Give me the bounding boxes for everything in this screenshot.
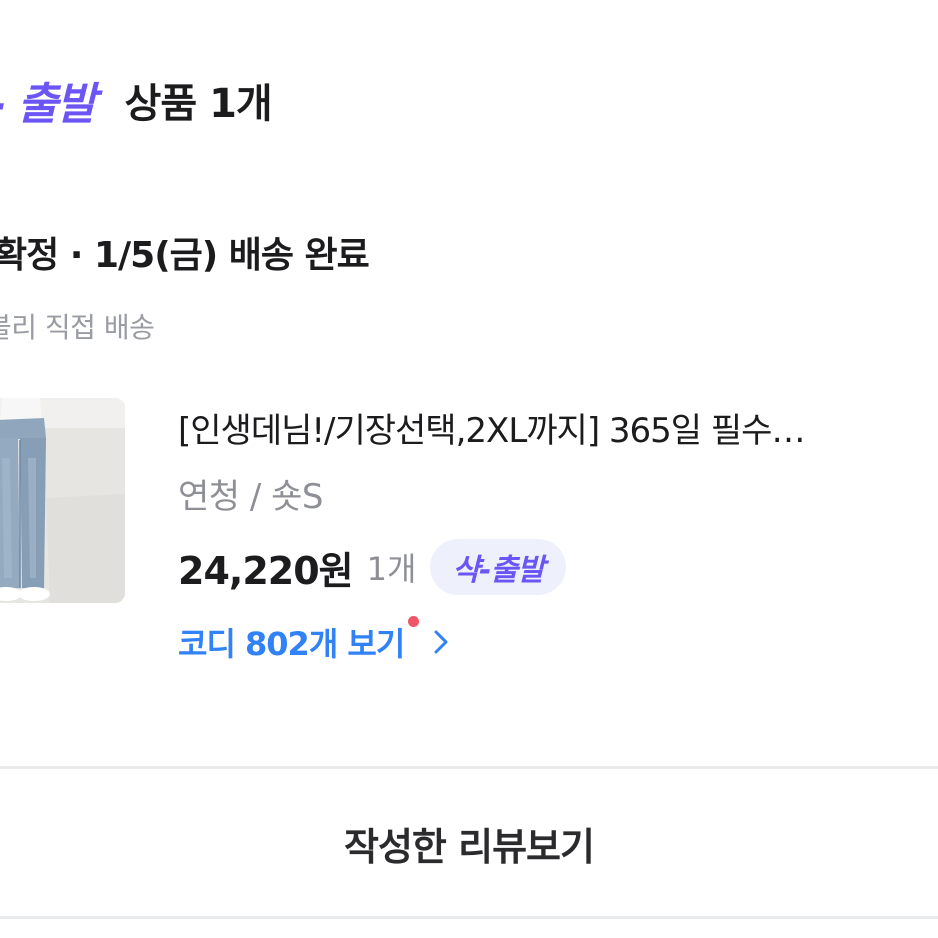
price-row: 24,220원 1개 샥-출발 <box>178 536 938 598</box>
delivery-method: 블리 직접 배송 <box>0 311 155 344</box>
product-thumbnail[interactable] <box>0 398 125 603</box>
codi-view-link[interactable]: 코디 802개 보기 <box>178 614 938 670</box>
product-quantity: 1개 <box>366 550 417 588</box>
divider-top <box>0 766 938 769</box>
chevron-right-icon <box>433 628 449 656</box>
view-review-label: 작성한 리뷰보기 <box>344 824 595 869</box>
divider-bottom <box>0 916 938 919</box>
view-review-button[interactable]: 작성한 리뷰보기 <box>0 770 938 916</box>
product-name[interactable]: [인생데님!/기장선택,2XL까지] 365일 필수… <box>178 404 930 458</box>
delivery-badge-label: 샥-출발 <box>452 553 544 588</box>
delivery-status: 확정 · 1/5(금) 배송 완료 <box>0 235 370 276</box>
jeans-photo-icon <box>0 398 125 603</box>
product-price: 24,220원 <box>178 548 354 593</box>
order-detail-page: - 출발 상품 1개 확정 · 1/5(금) 배송 완료 블리 직접 배송 [인… <box>0 0 938 938</box>
notification-dot-icon <box>408 616 420 627</box>
codi-link-label: 코디 802개 보기 <box>178 625 405 663</box>
delivery-badge: 샥-출발 <box>430 539 566 595</box>
product-count-title: 상품 1개 <box>124 81 273 127</box>
brand-logo: - 출발 <box>0 79 97 130</box>
order-header: - 출발 상품 1개 <box>0 68 273 132</box>
product-info: [인생데님!/기장선택,2XL까지] 365일 필수… 연청 / 숏S 24,2… <box>178 404 938 670</box>
product-option: 연청 / 숏S <box>178 477 324 517</box>
